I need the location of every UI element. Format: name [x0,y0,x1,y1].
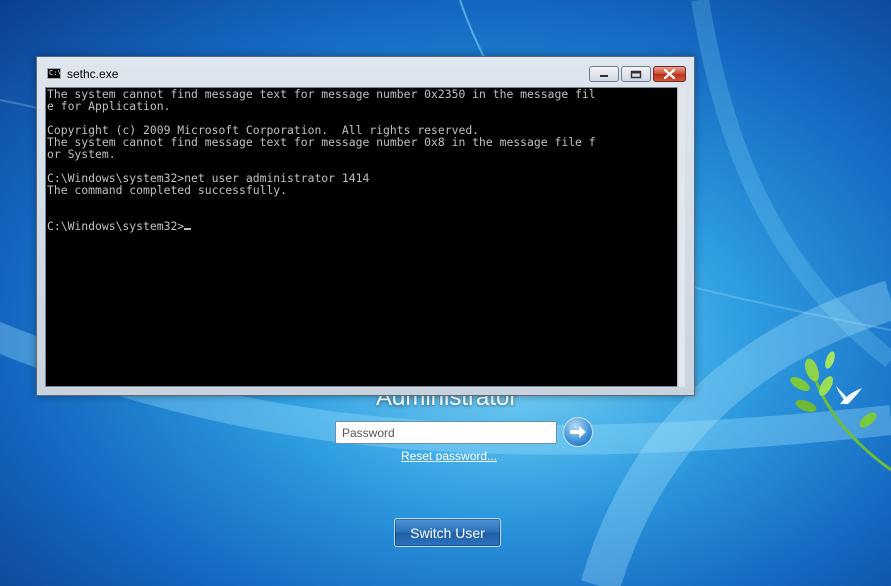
password-input[interactable] [335,421,557,444]
close-button[interactable] [653,66,686,82]
terminal-line: The system cannot find message text for … [47,135,596,149]
arrow-right-icon [570,426,586,438]
console-titlebar[interactable]: C:\ sethc.exe [37,57,694,85]
window-title: sethc.exe [67,67,119,81]
terminal-text: The system cannot find message text for … [47,88,596,232]
vertical-scrollbar[interactable] [677,87,685,387]
minimize-icon [600,75,608,77]
maximize-icon [630,70,642,78]
text-cursor [184,228,192,230]
console-icon: C:\ [47,68,61,79]
command-prompt: C:\Windows\system32> [47,219,185,233]
submit-login-button[interactable] [563,417,593,447]
console-window[interactable]: C:\ sethc.exe The system cannot find mes… [36,56,695,396]
terminal-line: The command completed successfully. [47,183,288,197]
reset-password-link[interactable]: Reset password... [401,449,501,465]
terminal-output[interactable]: The system cannot find message text for … [45,87,685,387]
switch-user-button[interactable]: Switch User [394,518,501,547]
terminal-line: e for Application. [47,99,171,113]
maximize-button[interactable] [621,66,651,82]
minimize-button[interactable] [589,66,619,82]
close-icon [664,69,675,79]
terminal-line: or System. [47,147,116,161]
